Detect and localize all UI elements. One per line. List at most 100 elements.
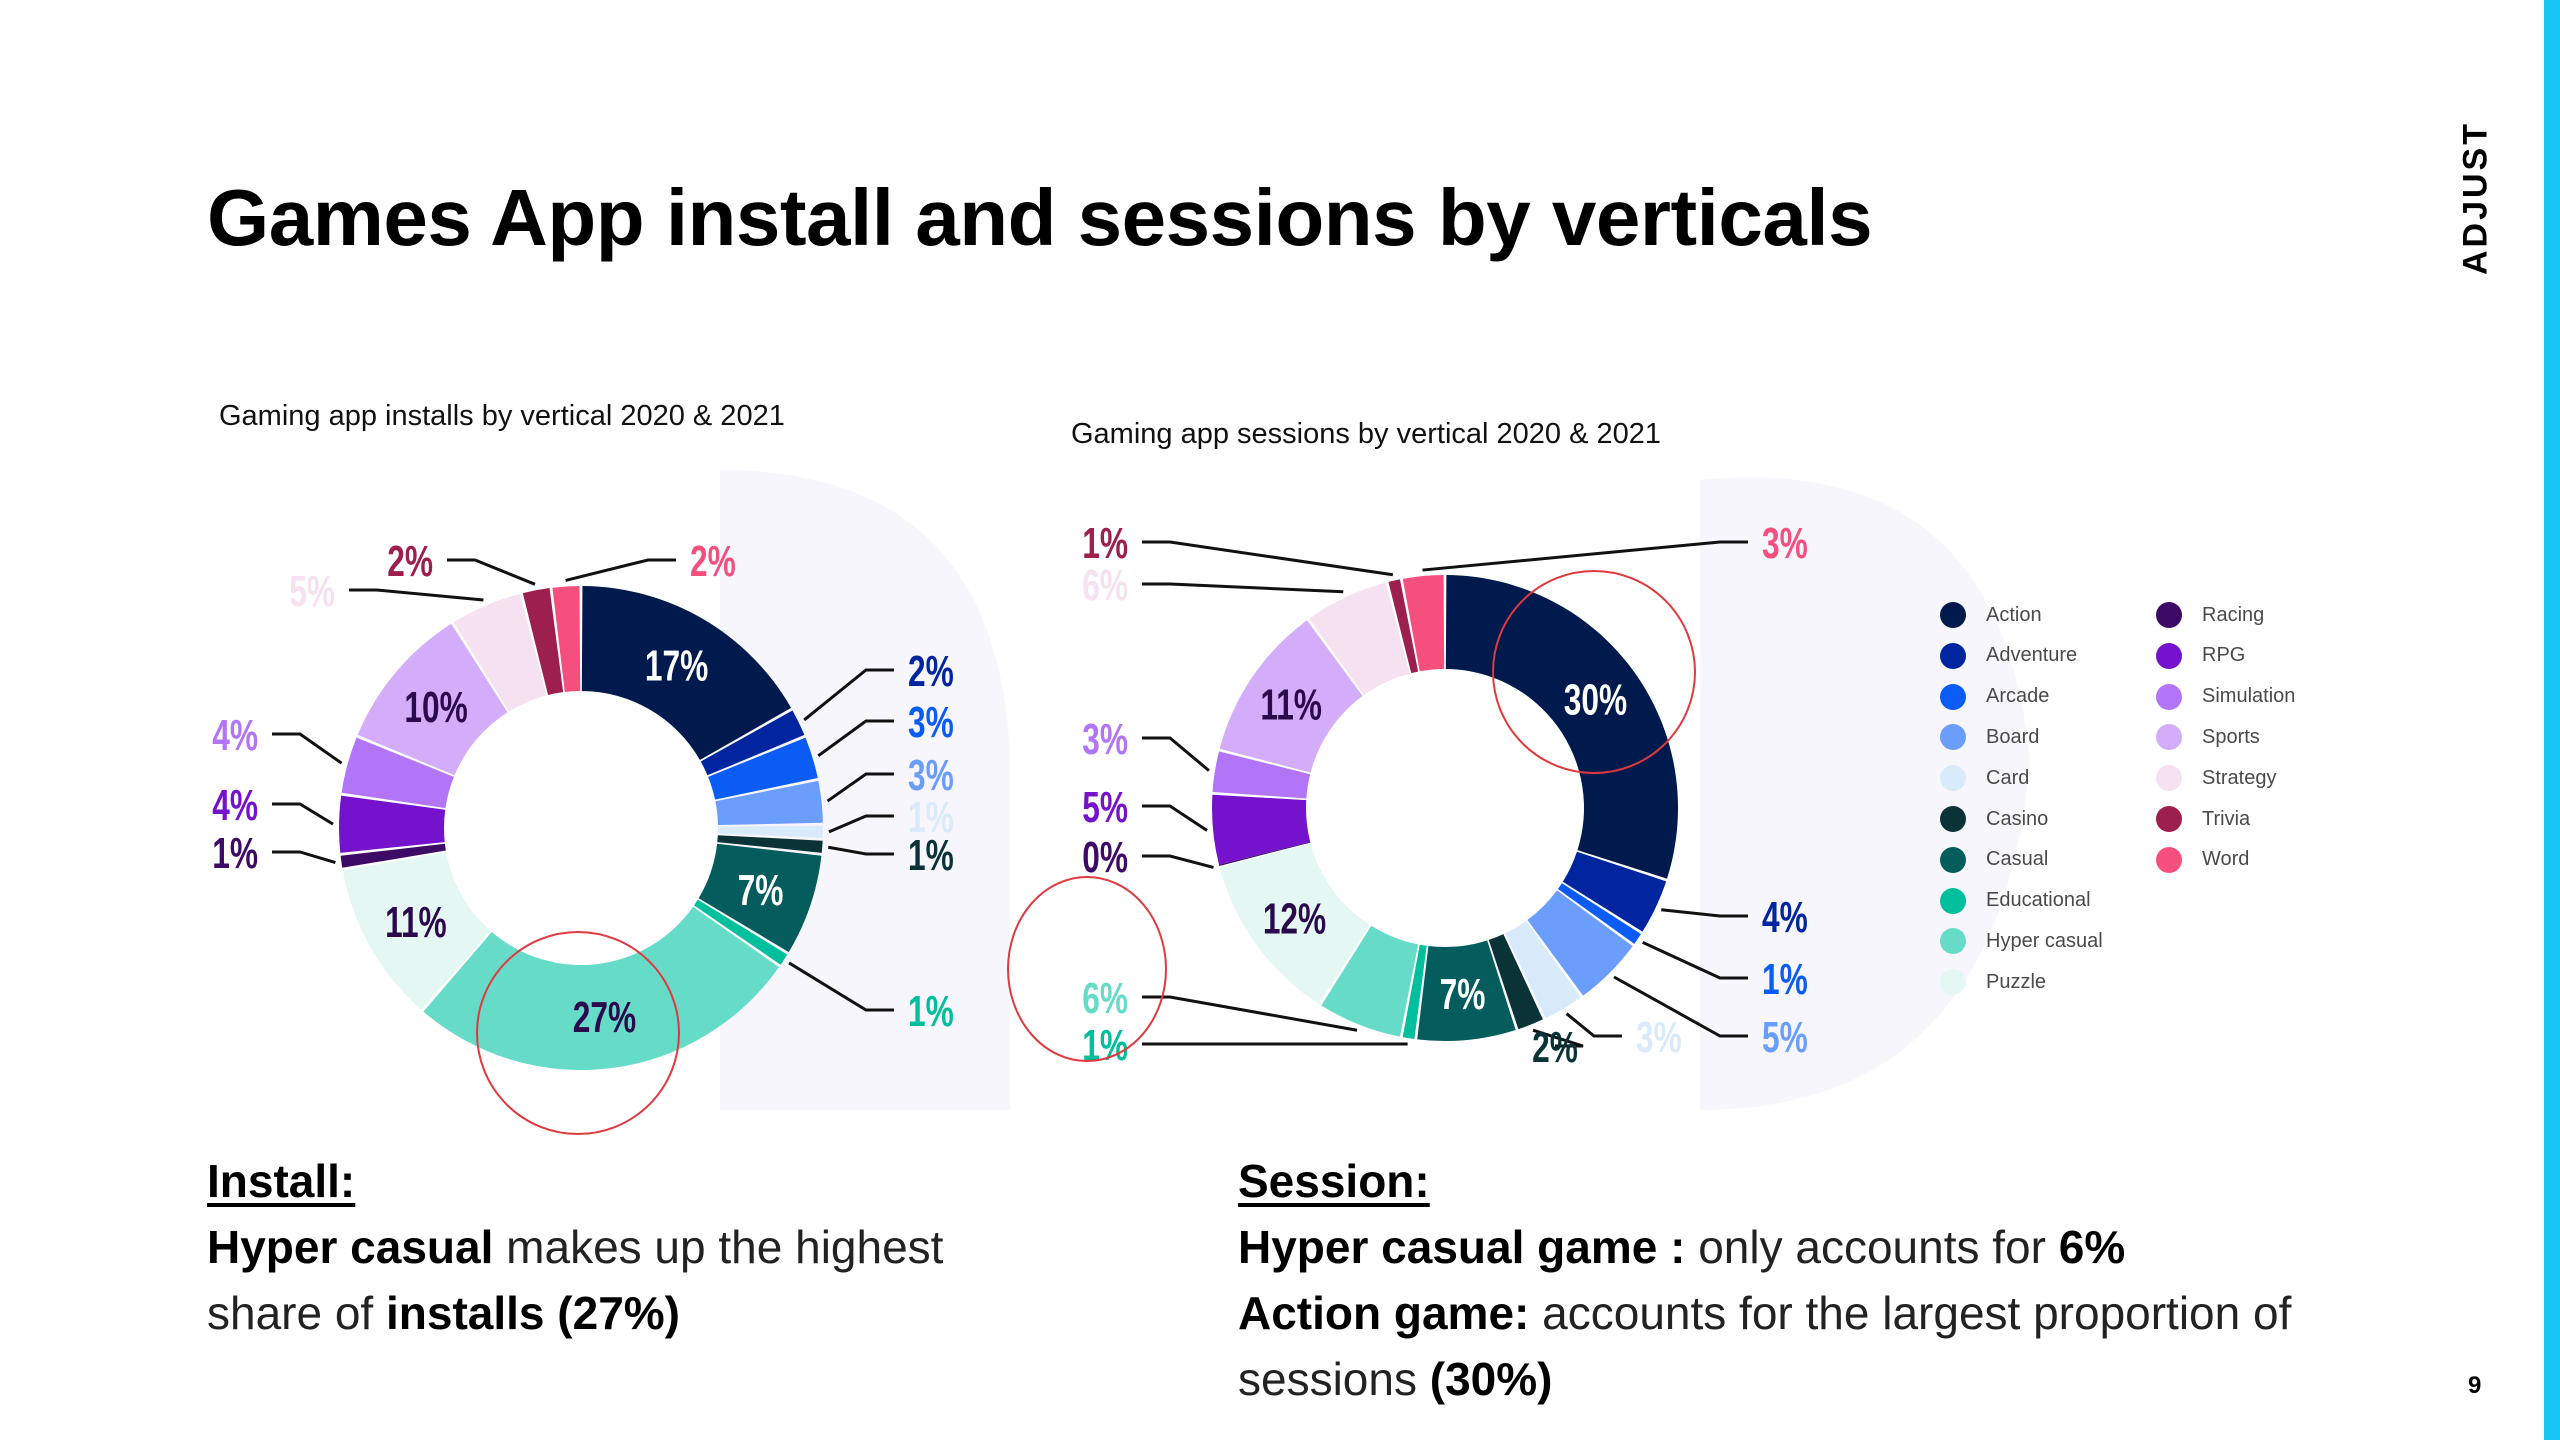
install-line-1-text: makes up the highest — [493, 1221, 944, 1273]
legend-label: Trivia — [2202, 807, 2251, 830]
sessions-label: 3% — [1082, 715, 1128, 764]
installs-label: 2% — [690, 537, 736, 586]
callout-line — [827, 845, 894, 856]
session-line-3-text: sessions — [1238, 1353, 1430, 1405]
callout-line — [1661, 908, 1748, 918]
legend-label: Simulation — [2202, 685, 2296, 708]
callout-line — [565, 558, 676, 582]
legend-label: Casual — [1986, 848, 2049, 871]
legend-swatch — [2156, 683, 2182, 710]
session-highlight-value-2: (30%) — [1429, 1353, 1553, 1405]
callout-line — [1642, 940, 1748, 980]
legend-label: Strategy — [2202, 766, 2277, 789]
legend-swatch — [1940, 887, 1966, 914]
session-summary-line-1: Hyper casual game : only accounts for 6% — [1238, 1214, 2438, 1280]
sessions-label: 30% — [1564, 676, 1627, 725]
legend-swatch — [1940, 602, 1966, 628]
legend-label: Hyper casual — [1986, 929, 2103, 952]
legend-swatch — [1940, 642, 1966, 669]
legend-swatch — [1940, 969, 1966, 996]
legend-item: Word — [2156, 846, 2250, 873]
callout-line — [272, 802, 334, 826]
session-line-1-text: only accounts for — [1685, 1221, 2059, 1273]
installs-label: 4% — [212, 711, 258, 760]
callout-line — [1422, 540, 1748, 572]
installs-label: 7% — [738, 866, 784, 915]
legend-item: Educational — [1940, 887, 2091, 914]
sessions-label: 0% — [1082, 833, 1128, 882]
install-line-2-text: share of — [207, 1287, 386, 1339]
installs-label: 2% — [387, 537, 433, 586]
page-number: 9 — [2468, 1372, 2482, 1399]
install-highlight-value: installs (27%) — [386, 1287, 680, 1339]
legend-label: RPG — [2202, 644, 2246, 667]
install-highlight-term: Hyper casual — [207, 1221, 494, 1273]
install-summary-line-2: share of installs (27%) — [207, 1280, 1107, 1346]
callout-line — [826, 772, 894, 803]
legend-label: Arcade — [1986, 685, 2050, 708]
installs-label: 1% — [908, 831, 954, 880]
legend-swatch — [2156, 806, 2182, 832]
legend-item: Card — [1940, 765, 2029, 792]
installs-label: 10% — [404, 683, 467, 732]
sessions-label: 7% — [1440, 970, 1486, 1019]
installs-label: 1% — [908, 987, 954, 1036]
session-highlight-value-1: 6% — [2058, 1221, 2126, 1273]
legend-item: Hyper casual — [1940, 928, 2103, 955]
session-summary: Session: Hyper casual game : only accoun… — [1238, 1148, 2438, 1412]
legend-swatch — [1940, 928, 1966, 955]
session-highlight-term-1: Hyper casual game : — [1238, 1221, 1686, 1273]
legend-item: Sports — [2156, 724, 2260, 751]
legend-item: Trivia — [2156, 806, 2250, 832]
legend-label: Racing — [2202, 603, 2265, 626]
sessions-label: 3% — [1636, 1013, 1682, 1062]
sessions-segment-action — [1445, 575, 1678, 879]
legend-label: Board — [1986, 725, 2040, 748]
callout-line — [447, 558, 536, 586]
legend-swatch — [2156, 602, 2182, 628]
session-line-2-text: accounts for the largest proportion of — [1529, 1287, 2292, 1339]
callout-line — [1142, 540, 1394, 577]
callout-line — [349, 588, 484, 602]
sessions-label: 2% — [1532, 1023, 1578, 1072]
legend-label: Puzzle — [1986, 970, 2047, 993]
legend-swatch — [2156, 846, 2182, 873]
installs-label: 11% — [385, 898, 447, 947]
legend-item: Simulation — [2156, 683, 2296, 710]
legend-label: Action — [1986, 603, 2042, 626]
callout-line — [828, 814, 894, 834]
sessions-label: 3% — [1762, 519, 1808, 568]
legend-item: Casino — [1940, 806, 2048, 832]
legend-label: Sports — [2202, 725, 2260, 748]
legend-item: Strategy — [2156, 765, 2277, 792]
legend-swatch — [2156, 642, 2182, 669]
install-summary-heading: Install: — [207, 1155, 356, 1207]
legend-item: Puzzle — [1940, 969, 2047, 996]
legend-item: Casual — [1940, 846, 2049, 873]
legend-label: Casino — [1986, 807, 2049, 830]
legend-swatch — [1940, 683, 1966, 710]
legend-swatch — [2156, 724, 2182, 751]
legend-item: Board — [1940, 724, 2040, 751]
installs-label: 4% — [212, 781, 258, 830]
callout-line — [1142, 854, 1214, 869]
legend-label: Word — [2202, 848, 2250, 871]
sessions-label: 6% — [1082, 974, 1128, 1023]
legend-item: Adventure — [1940, 642, 2077, 669]
legend-swatch — [1940, 765, 1966, 792]
legend-swatch — [1940, 846, 1966, 873]
legend-item: RPG — [2156, 642, 2246, 669]
session-summary-heading: Session: — [1238, 1155, 1430, 1207]
callout-line — [1142, 736, 1210, 772]
sessions-label: 12% — [1263, 894, 1326, 943]
sessions-label: 1% — [1082, 519, 1128, 568]
session-summary-line-2: Action game: accounts for the largest pr… — [1238, 1280, 2438, 1346]
sessions-label: 11% — [1260, 680, 1322, 729]
callout-line — [272, 850, 336, 865]
sessions-label: 6% — [1082, 561, 1128, 610]
install-summary: Install: Hyper casual makes up the highe… — [207, 1148, 1107, 1346]
sessions-label: 5% — [1082, 783, 1128, 832]
session-summary-line-3: sessions (30%) — [1238, 1346, 2438, 1412]
installs-label: 1% — [212, 829, 258, 878]
installs-segment-card — [717, 825, 823, 838]
